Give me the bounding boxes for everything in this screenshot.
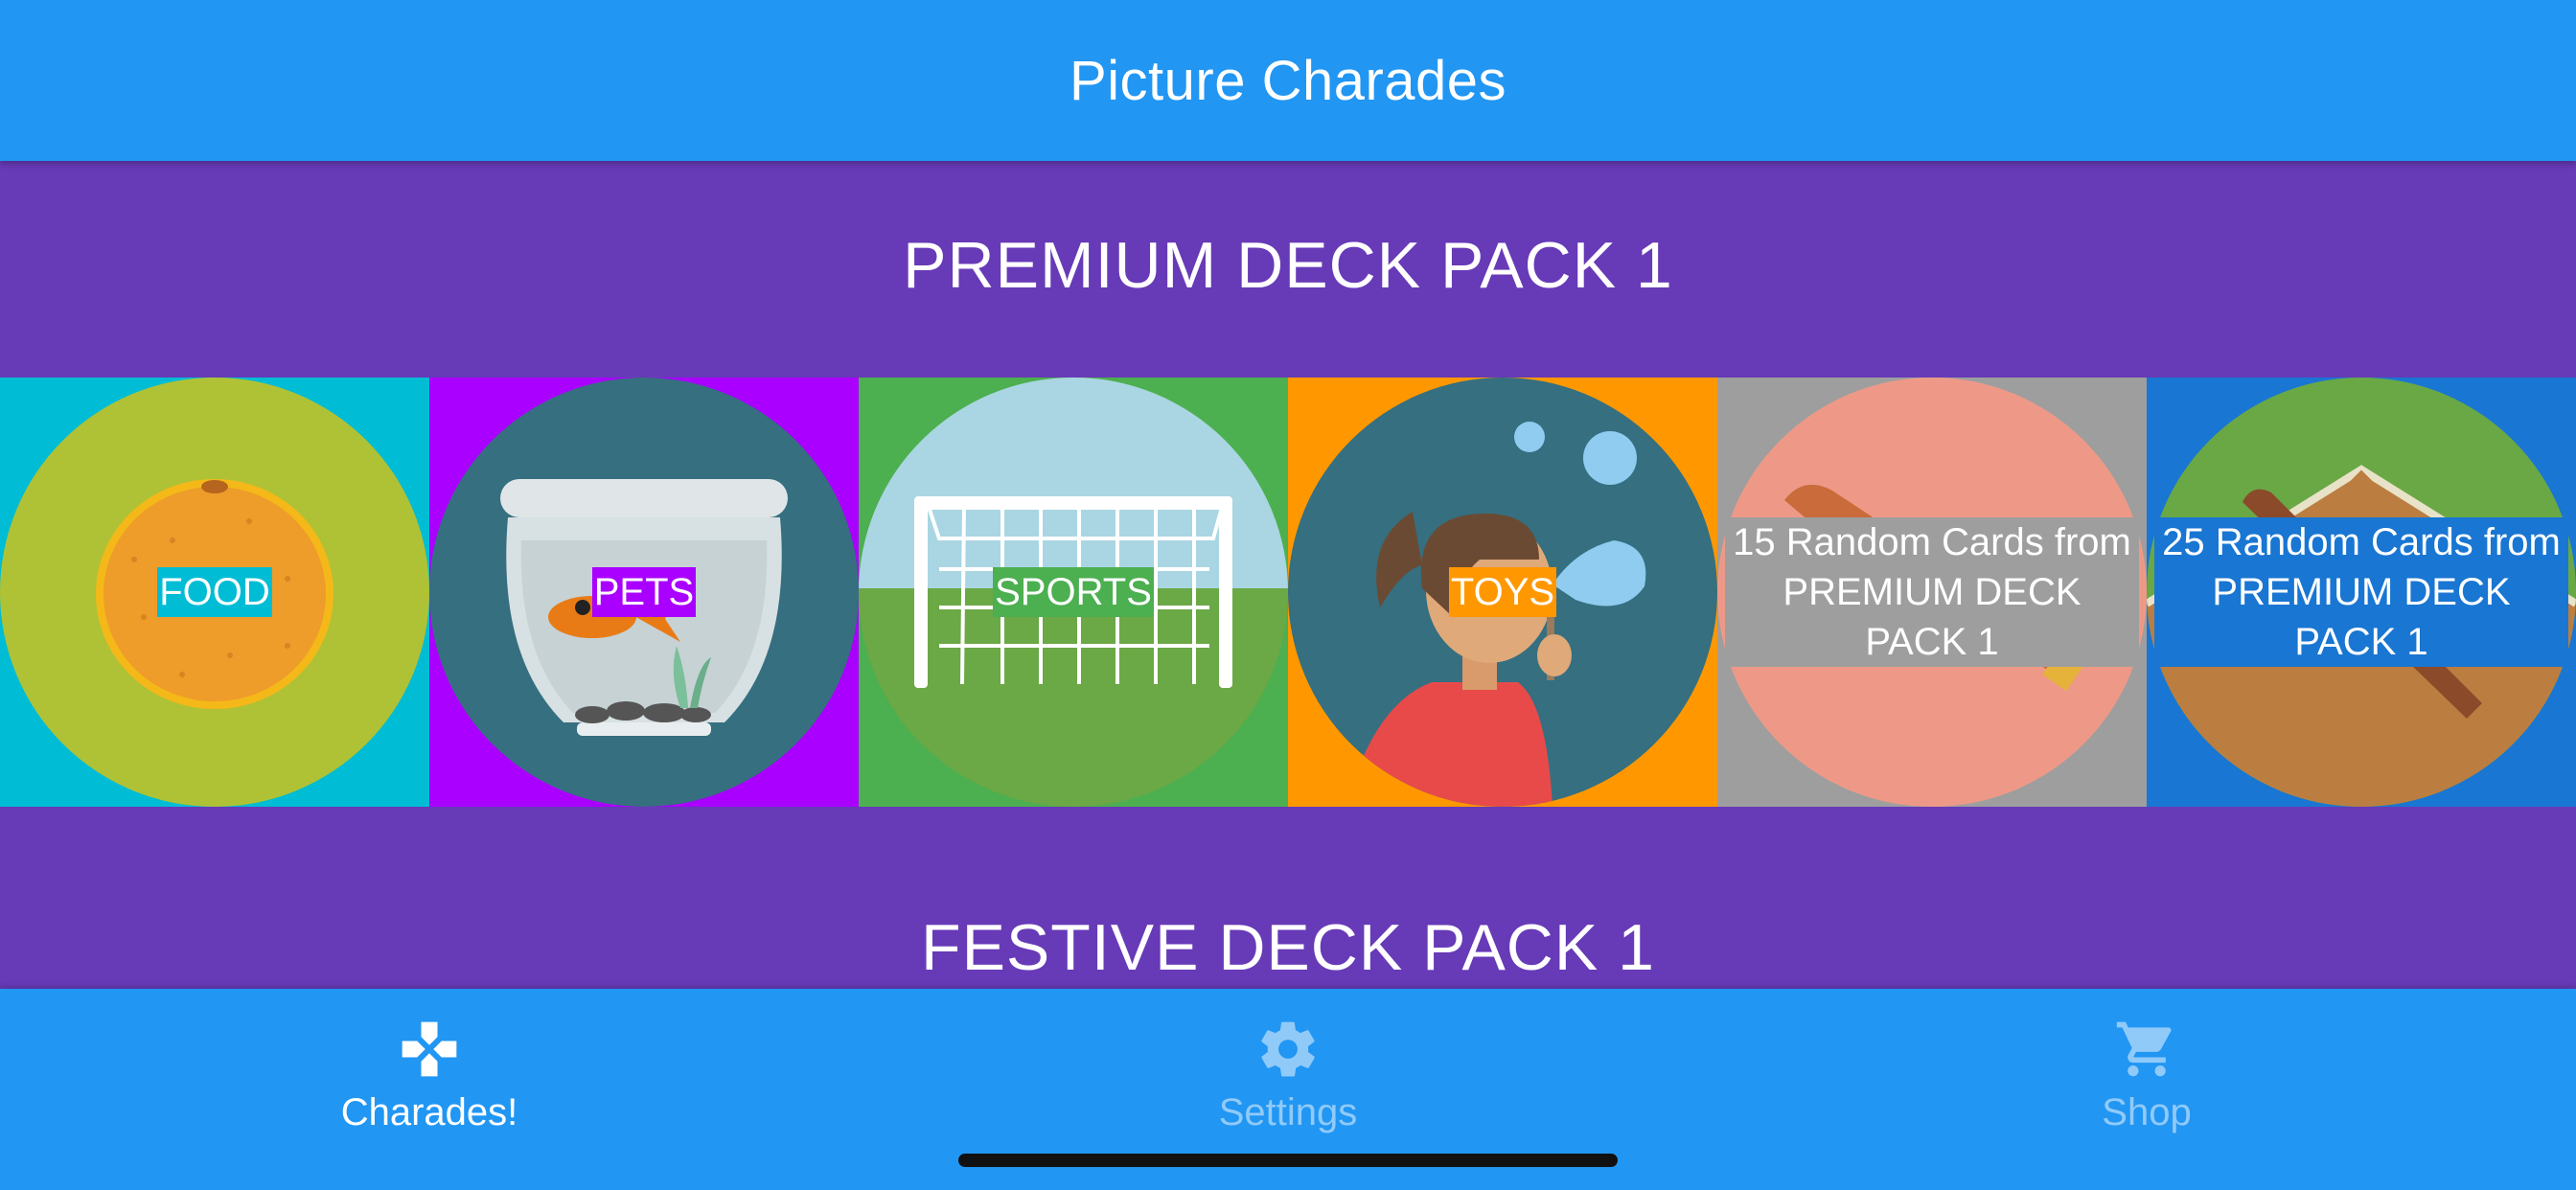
gear-icon: [1261, 1021, 1315, 1076]
deck-label-random-15: 15 Random Cards from PREMIUM DECK PACK 1: [1725, 517, 2139, 667]
gamepad-icon: [402, 1021, 457, 1076]
deck-tile-food[interactable]: FOOD: [0, 378, 429, 807]
home-indicator: [958, 1154, 1618, 1167]
tab-settings[interactable]: Settings: [859, 989, 1717, 1142]
deck-label-random-25: 25 Random Cards from PREMIUM DECK PACK 1: [2154, 517, 2568, 667]
section-title-festive: FESTIVE DECK PACK 1: [921, 911, 1655, 984]
app-title: Picture Charades: [1069, 49, 1507, 112]
tab-label-charades: Charades!: [340, 1090, 518, 1133]
deck-label-pets: PETS: [591, 567, 697, 617]
section-title-premium: PREMIUM DECK PACK 1: [903, 229, 1673, 302]
tab-shop[interactable]: Shop: [1717, 989, 2576, 1142]
deck-label-food: FOOD: [157, 567, 272, 617]
deck-tile-toys[interactable]: TOYS: [1288, 378, 1717, 807]
tab-label-shop: Shop: [2102, 1090, 2192, 1133]
tab-charades[interactable]: Charades!: [0, 989, 859, 1142]
deck-label-toys: TOYS: [1448, 567, 1557, 617]
app-bar: Picture Charades: [0, 0, 2576, 161]
deck-tile-random-25[interactable]: 25 Random Cards from PREMIUM DECK PACK 1: [2147, 378, 2576, 807]
cart-icon: [2116, 1021, 2172, 1076]
tab-label-settings: Settings: [1218, 1090, 1358, 1133]
deck-tile-pets[interactable]: PETS: [429, 378, 859, 807]
deck-row-premium: FOOD PETS SPORTS TOYS 15 Random Cards fr…: [0, 378, 2576, 807]
deck-label-sports: SPORTS: [993, 567, 1154, 617]
deck-tile-random-15[interactable]: 15 Random Cards from PREMIUM DECK PACK 1: [1717, 378, 2147, 807]
deck-tile-sports[interactable]: SPORTS: [859, 378, 1288, 807]
